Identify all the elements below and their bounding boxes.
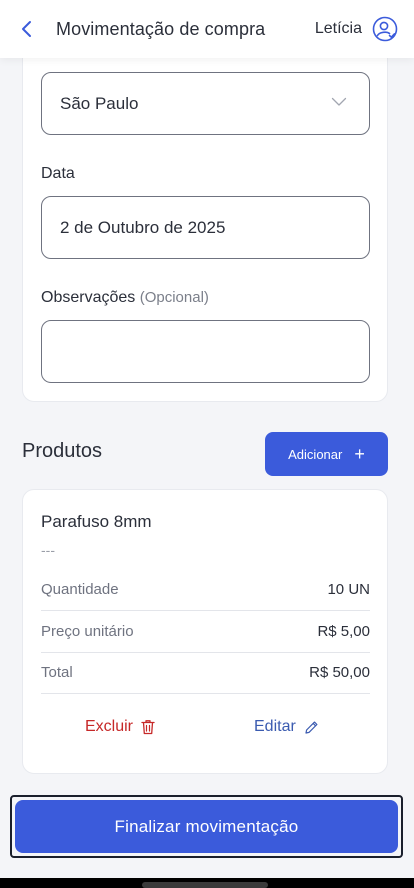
finalize-button-frame: Finalizar movimentação — [10, 795, 403, 858]
products-section-title: Produtos — [22, 440, 103, 462]
add-product-button[interactable]: Adicionar + — [265, 432, 388, 476]
location-select-value: São Paulo — [60, 93, 139, 113]
row-divider — [41, 693, 370, 694]
date-field-value: 2 de Outubro de 2025 — [60, 217, 226, 237]
user-circle-icon — [372, 16, 398, 42]
plus-icon: + — [354, 444, 365, 464]
delete-product-button[interactable]: Excluir — [85, 718, 155, 736]
location-select[interactable]: São Paulo — [41, 72, 370, 135]
product-name: Parafuso 8mm — [41, 512, 152, 531]
notes-label: Observações (Opcional) — [41, 289, 209, 307]
notes-label-text: Observações — [41, 289, 136, 306]
total-label: Total — [41, 664, 73, 681]
edit-product-button[interactable]: Editar — [254, 718, 319, 736]
quantity-value: 10 UN — [327, 581, 370, 598]
chevron-left-icon — [22, 21, 31, 37]
product-description: --- — [41, 542, 55, 558]
total-value: R$ 50,00 — [309, 664, 370, 681]
unit-price-label: Preço unitário — [41, 623, 134, 640]
edit-label: Editar — [254, 718, 296, 735]
add-product-label: Adicionar — [288, 446, 343, 462]
finalize-button[interactable]: Finalizar movimentação — [15, 800, 398, 853]
date-field[interactable]: 2 de Outubro de 2025 — [41, 196, 370, 259]
page-title: Movimentação de compra — [56, 18, 266, 39]
purchase-form-card: São Paulo Data 2 de Outubro de 2025 Obse… — [22, 44, 388, 402]
date-label: Data — [41, 165, 75, 182]
product-card: Parafuso 8mm --- Quantidade 10 UN Preço … — [22, 489, 388, 774]
unit-price-value: R$ 5,00 — [317, 623, 370, 640]
notes-textarea[interactable] — [41, 320, 370, 383]
quantity-label: Quantidade — [41, 581, 119, 598]
unit-price-row: Preço unitário R$ 5,00 — [41, 611, 370, 652]
delete-label: Excluir — [85, 718, 134, 735]
notes-optional-hint: (Opcional) — [139, 289, 209, 306]
top-app-bar: Movimentação de compra Letícia — [0, 0, 414, 58]
back-button[interactable] — [14, 16, 40, 42]
home-indicator[interactable] — [142, 882, 268, 888]
pencil-icon — [305, 721, 318, 734]
system-nav-bar — [0, 878, 414, 888]
trash-icon — [141, 720, 155, 735]
total-row: Total R$ 50,00 — [41, 652, 370, 693]
chevron-down-icon — [331, 97, 347, 106]
quantity-row: Quantidade 10 UN — [41, 569, 370, 610]
avatar-button[interactable] — [372, 16, 398, 42]
user-name: Letícia — [314, 20, 362, 37]
